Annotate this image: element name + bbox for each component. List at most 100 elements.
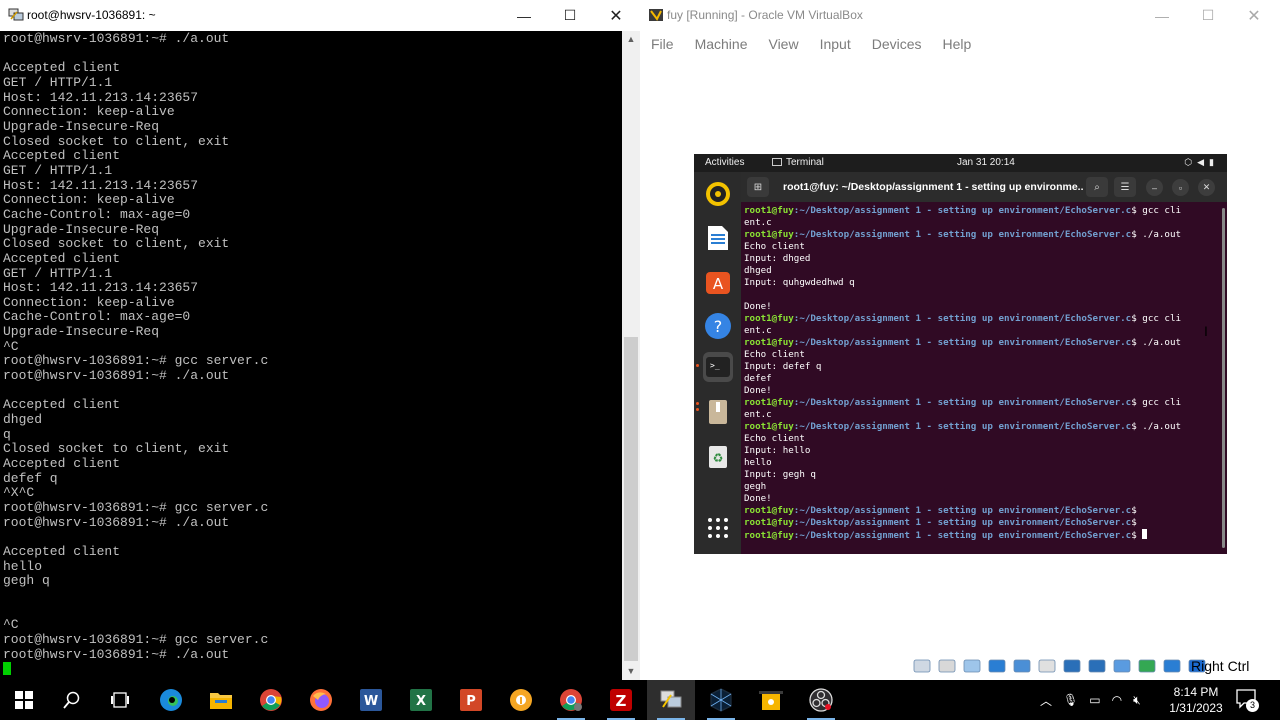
archive-icon[interactable]	[703, 397, 733, 427]
menu-help[interactable]: Help	[943, 36, 972, 52]
app-grid-icon[interactable]	[703, 513, 733, 543]
vbox-titlebar[interactable]: fuy [Running] - Oracle VM VirtualBox — ☐…	[641, 0, 1280, 31]
guest-system-tray[interactable]: ⬡◀▮	[1184, 157, 1219, 168]
putty-taskbar-icon[interactable]	[647, 680, 695, 720]
filezilla-icon[interactable]: Z	[597, 680, 645, 720]
file-explorer-icon[interactable]	[197, 680, 245, 720]
shared-folders-icon[interactable]	[1011, 656, 1033, 676]
chrome-icon[interactable]	[247, 680, 295, 720]
menu-devices[interactable]: Devices	[872, 36, 922, 52]
putty-line: Host: 142.11.213.14:23657	[3, 89, 199, 105]
putty-scrollbar[interactable]: ▲ ▼	[622, 31, 640, 680]
guest-screen[interactable]: Activities Terminal Jan 31 20:14 ⬡◀▮ A ?…	[694, 154, 1227, 554]
start-icon[interactable]	[0, 680, 48, 720]
keyboard-icon[interactable]	[1161, 656, 1183, 676]
putty-line: Connection: keep-alive	[3, 104, 175, 120]
new-tab-button[interactable]: ⊞	[747, 177, 769, 197]
terminal-window[interactable]: ⊞ root1@fuy: ~/Desktop/assignment 1 - se…	[741, 172, 1227, 554]
vrde-icon[interactable]	[1086, 656, 1108, 676]
audio-icon[interactable]	[936, 656, 958, 676]
terminal-line: Done!	[744, 301, 772, 312]
usb-icon[interactable]	[961, 656, 983, 676]
vbox-close-button[interactable]: ✕	[1231, 0, 1277, 31]
activities-button[interactable]: Activities	[705, 157, 744, 168]
minimize-button[interactable]: —	[501, 0, 547, 31]
vm-display[interactable]: Activities Terminal Jan 31 20:14 ⬡◀▮ A ?…	[641, 57, 1280, 651]
help-icon[interactable]: ?	[703, 311, 733, 341]
maximize-button[interactable]: ☐	[547, 0, 593, 31]
menu-file[interactable]: File	[651, 36, 674, 52]
chrome-profile-icon[interactable]	[547, 680, 595, 720]
putty-terminal[interactable]: root@hwsrv-1036891:~# ./a.out Accepted c…	[0, 31, 622, 680]
terminal-line: Echo client	[744, 433, 805, 444]
wifi-icon[interactable]: ◠	[1112, 693, 1122, 707]
battery-icon[interactable]: ▭	[1089, 693, 1100, 707]
terminal-scrollbar[interactable]	[1222, 208, 1225, 548]
virtualbox-taskbar-icon[interactable]	[697, 680, 745, 720]
putty-title: root@hwsrv-1036891: ~	[27, 8, 156, 22]
volume-mute-icon[interactable]: 🔇︎	[1133, 693, 1141, 708]
putty-line: ^C	[3, 338, 19, 354]
svg-text:?: ?	[714, 317, 723, 336]
microphone-icon[interactable]: 🎙︎	[1063, 693, 1078, 707]
putty-line: root@hwsrv-1036891:~# ./a.out	[3, 514, 230, 530]
video-capture-icon[interactable]	[1061, 656, 1083, 676]
terminal-minimize-button[interactable]: –	[1146, 179, 1163, 196]
search-icon[interactable]	[48, 680, 96, 720]
terminal-line: Input: gegh q	[744, 469, 816, 480]
guest-clock[interactable]: Jan 31 20:14	[957, 157, 1015, 168]
putty-line: Cache-Control: max-age=0	[3, 309, 191, 325]
cpu-icon[interactable]	[1111, 656, 1133, 676]
mouse-integration-icon[interactable]	[1136, 656, 1158, 676]
brave-icon[interactable]	[497, 680, 545, 720]
vbox-minimize-button[interactable]: —	[1139, 0, 1185, 31]
vbox-maximize-button[interactable]: ☐	[1185, 0, 1231, 31]
app-menu[interactable]: Terminal	[772, 157, 824, 168]
taskbar-clock[interactable]: 8:14 PM 1/31/2023	[1160, 684, 1232, 716]
close-button[interactable]: ✕	[593, 0, 639, 31]
putty-line: Closed socket to client, exit	[3, 441, 230, 457]
putty-line: ^C	[3, 617, 19, 633]
menu-input[interactable]: Input	[820, 36, 851, 52]
obs-icon[interactable]	[797, 680, 845, 720]
prompt-path: :~/Desktop/assignment 1 - setting up env…	[793, 313, 1132, 324]
trash-icon[interactable]: ♻	[703, 441, 733, 471]
putty-titlebar[interactable]: root@hwsrv-1036891: ~ — ☐ ✕	[0, 0, 640, 31]
hamburger-menu-icon[interactable]: ☰	[1114, 177, 1136, 197]
terminal-maximize-button[interactable]: ▫	[1172, 179, 1189, 196]
terminal-close-button[interactable]: ✕	[1198, 179, 1215, 196]
rhythmbox-icon[interactable]	[703, 179, 733, 209]
host-key-label[interactable]: Right Ctrl	[1191, 658, 1249, 674]
terminal-icon[interactable]: >_	[703, 352, 733, 382]
powerpoint-icon[interactable]: P	[447, 680, 495, 720]
excel-icon[interactable]: X	[397, 680, 445, 720]
vbox-title: fuy [Running] - Oracle VM VirtualBox	[667, 8, 863, 22]
libreoffice-writer-icon[interactable]	[703, 223, 733, 253]
vbox-status-icons	[911, 656, 1208, 676]
scroll-down-icon[interactable]: ▼	[622, 663, 640, 680]
menu-machine[interactable]: Machine	[695, 36, 748, 52]
terminal-search-icon[interactable]: ⌕	[1086, 177, 1108, 197]
prompt-command: $	[1131, 530, 1143, 541]
putty-output: root@hwsrv-1036891:~# ./a.out Accepted c…	[3, 31, 268, 678]
volume-icon: ◀	[1197, 157, 1210, 167]
scroll-up-icon[interactable]: ▲	[622, 31, 640, 48]
firefox-icon[interactable]	[297, 680, 345, 720]
edge-icon[interactable]	[147, 680, 195, 720]
terminal-line: dhged	[744, 265, 772, 276]
show-hidden-icons-icon[interactable]: ︿	[1040, 692, 1052, 709]
task-view-icon[interactable]	[96, 680, 144, 720]
software-center-icon[interactable]: A	[703, 267, 733, 297]
menu-view[interactable]: View	[768, 36, 798, 52]
putty-line: q	[3, 426, 11, 442]
optical-drive-icon[interactable]	[911, 656, 933, 676]
sublime-icon[interactable]	[747, 680, 795, 720]
terminal-output[interactable]: root1@fuy:~/Desktop/assignment 1 - setti…	[744, 205, 1222, 550]
putty-icon	[8, 8, 24, 21]
notification-center-icon[interactable]: 3	[1236, 689, 1259, 712]
scroll-thumb[interactable]	[624, 337, 638, 661]
word-icon[interactable]: W	[347, 680, 395, 720]
terminal-headerbar[interactable]: ⊞ root1@fuy: ~/Desktop/assignment 1 - se…	[741, 172, 1227, 202]
network-icon[interactable]	[986, 656, 1008, 676]
display-icon[interactable]	[1036, 656, 1058, 676]
